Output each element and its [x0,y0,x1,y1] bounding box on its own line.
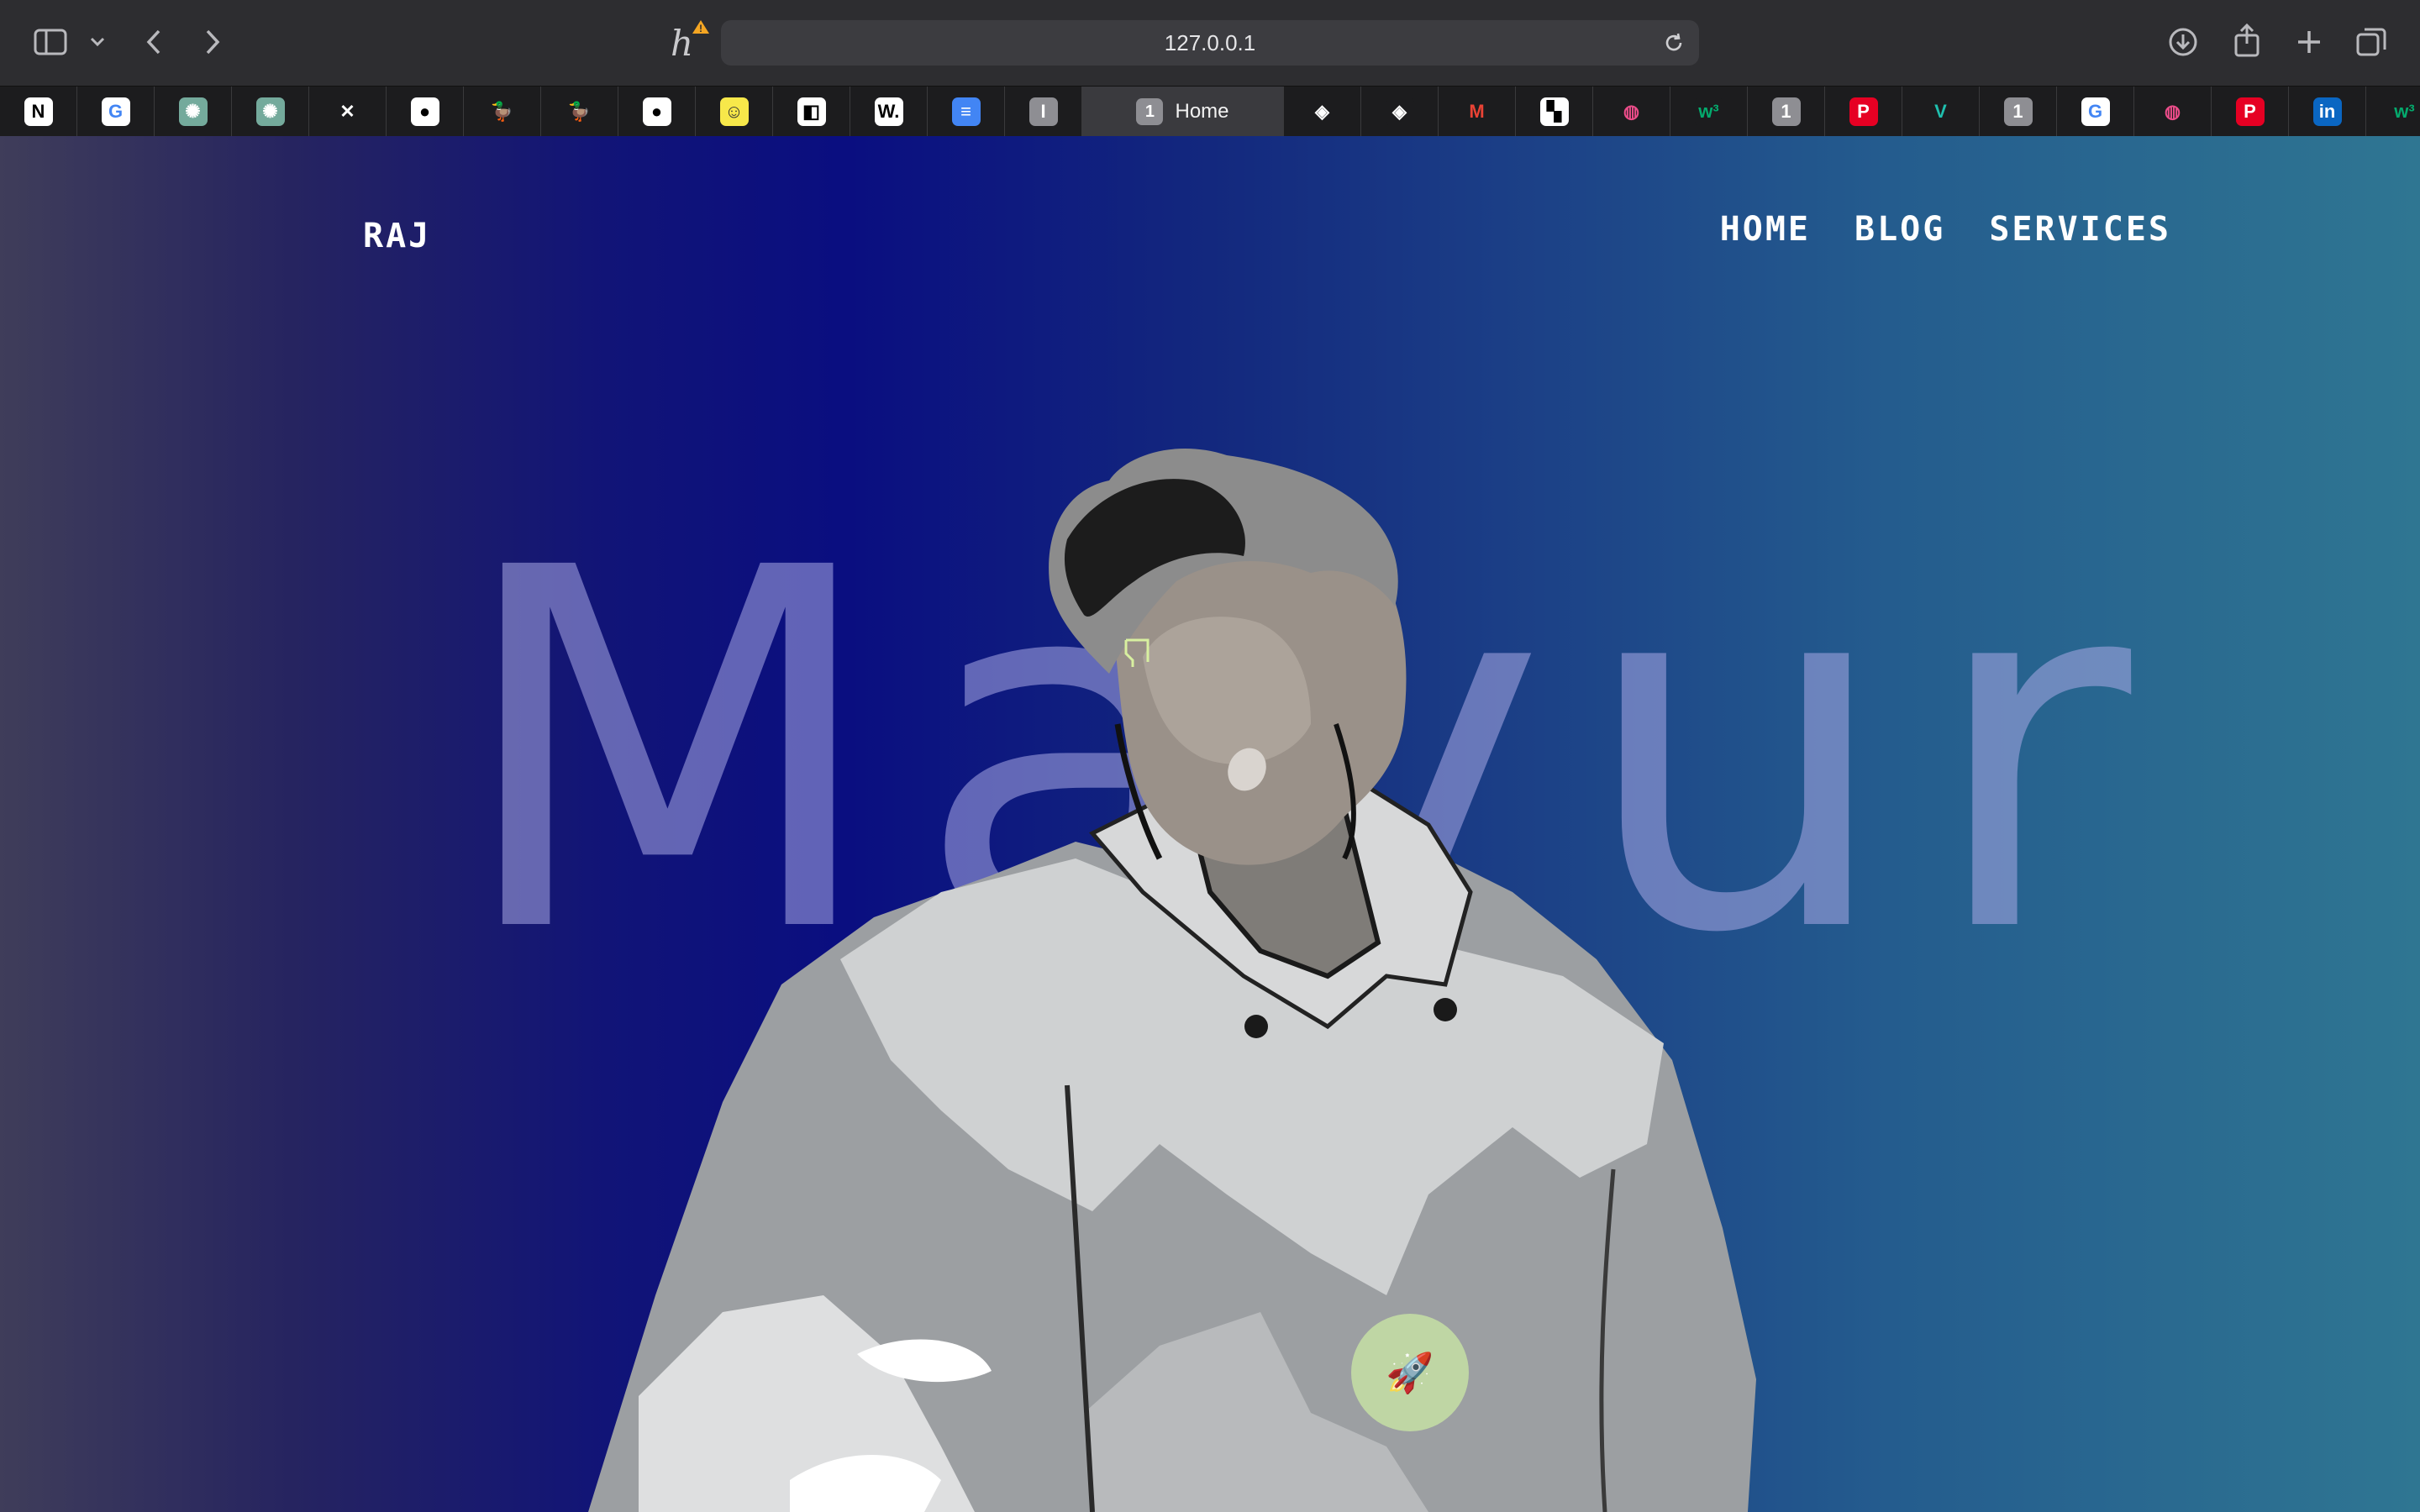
w3schools-icon: w³ [1694,97,1723,126]
forward-icon[interactable] [200,25,225,59]
reload-icon[interactable] [1662,31,1686,55]
tab-title: Home [1175,100,1229,123]
rocket-icon: 🚀 [1386,1350,1434,1394]
generic-tab-icon: 1 [2003,97,2033,126]
share-icon[interactable] [2230,22,2264,59]
tab-framer[interactable]: ✕ [309,87,387,137]
tab-dribbble[interactable]: ◍ [1593,87,1670,137]
url-text: 127.0.0.1 [1164,29,1256,55]
smiley-icon: ☺ [719,97,749,126]
tab-gmail[interactable]: M [1439,87,1516,137]
tab-chatgpt[interactable]: ✺ [155,87,232,137]
tab-generic-tab[interactable]: I [1005,87,1082,137]
web-page: RAJ HOME BLOG SERVICES Mayur 🚀 [0,136,2420,1512]
vuetify-icon: V [1926,97,1955,126]
tab-w3schools[interactable]: w³ [1670,87,1748,137]
squarespace-icon: ◧ [797,97,826,126]
address-bar[interactable]: 127.0.0.1 [721,20,1699,66]
webflow-w-icon: W. [874,97,903,126]
tab-github[interactable]: ● [618,87,696,137]
tab-squarespace[interactable]: ◧ [773,87,850,137]
tab-linkedin[interactable]: in [2289,87,2366,137]
framer-icon: ✕ [333,97,362,126]
honey-extension-icon[interactable]: h! [664,17,711,64]
hero-portrait-illustration [588,448,1756,1512]
tab-count-badge: 1 [1136,98,1164,125]
tab-github[interactable]: ● [387,87,464,137]
generic-tab-icon: 1 [1771,97,1801,126]
svg-text:!: ! [699,23,702,34]
downloads-icon[interactable] [2166,25,2200,59]
tab-google[interactable]: G [77,87,155,137]
chevron-down-icon[interactable] [87,30,108,54]
scroll-to-top-button[interactable]: 🚀 [1351,1314,1469,1431]
chatgpt-icon: ✺ [255,97,285,126]
tab-vuetify[interactable]: V [1902,87,1980,137]
new-tab-icon[interactable] [2292,25,2326,59]
chatgpt-icon: ✺ [178,97,208,126]
tab-duckduckgo[interactable]: 🦆 [464,87,541,137]
linkedin-icon: in [2312,97,2342,126]
tab-chatgpt[interactable]: ✺ [232,87,309,137]
gmail-icon: M [1462,97,1491,126]
pinterest-icon: P [1849,97,1878,126]
google-icon: G [101,97,130,126]
tab-webflow-w[interactable]: W. [850,87,928,137]
tab-generic-tab[interactable]: 1 [1980,87,2057,137]
duckduckgo-icon: 🦆 [565,97,594,126]
tab-pinterest[interactable]: P [2212,87,2289,137]
tab-w3schools[interactable]: w³ [2366,87,2420,137]
tab-google[interactable]: G [2057,87,2134,137]
google-docs-icon: ≡ [951,97,981,126]
sidebar-toggle-icon[interactable] [34,27,67,57]
tab-checker[interactable]: ▚ [1516,87,1593,137]
tab-smiley[interactable]: ☺ [696,87,773,137]
mouse-cursor-icon [1124,638,1150,667]
w3schools-icon: w³ [2390,97,2419,126]
dribbble-icon: ◍ [2158,97,2187,126]
tab-codepen[interactable]: ◈ [1284,87,1361,137]
github-icon: ● [410,97,439,126]
browser-toolbar: h! 127.0.0.1 [0,0,2420,86]
generic-tab-icon: I [1028,97,1058,126]
tab-home-active[interactable]: 1 Home [1082,87,1284,137]
tab-codepen[interactable]: ◈ [1361,87,1439,137]
codepen-icon: ◈ [1385,97,1414,126]
tab-google-docs[interactable]: ≡ [928,87,1005,137]
dribbble-icon: ◍ [1617,97,1646,126]
tab-overview-icon[interactable] [2354,25,2388,59]
tab-bar: 1 Home N G ✺ ✺ ✕ ● 🦆 🦆 ● ☺ ◧ W. ≡ I ◈ ◈ M ▚ ◍ w³ 1 P V 1 G ◍ Pin w³ [0,86,2420,137]
duckduckgo-icon: 🦆 [487,97,517,126]
pinterest-icon: P [2235,97,2265,126]
notion-icon: N [24,97,53,126]
github-icon: ● [642,97,671,126]
svg-text:h: h [671,23,693,64]
google-icon: G [2081,97,2110,126]
tab-generic-tab[interactable]: 1 [1748,87,1825,137]
back-icon[interactable] [141,25,166,59]
tab-duckduckgo[interactable]: 🦆 [541,87,618,137]
tab-pinterest[interactable]: P [1825,87,1902,137]
tab-notion[interactable]: N [0,87,77,137]
tab-dribbble[interactable]: ◍ [2134,87,2212,137]
checker-icon: ▚ [1539,97,1569,126]
codepen-icon: ◈ [1307,97,1337,126]
